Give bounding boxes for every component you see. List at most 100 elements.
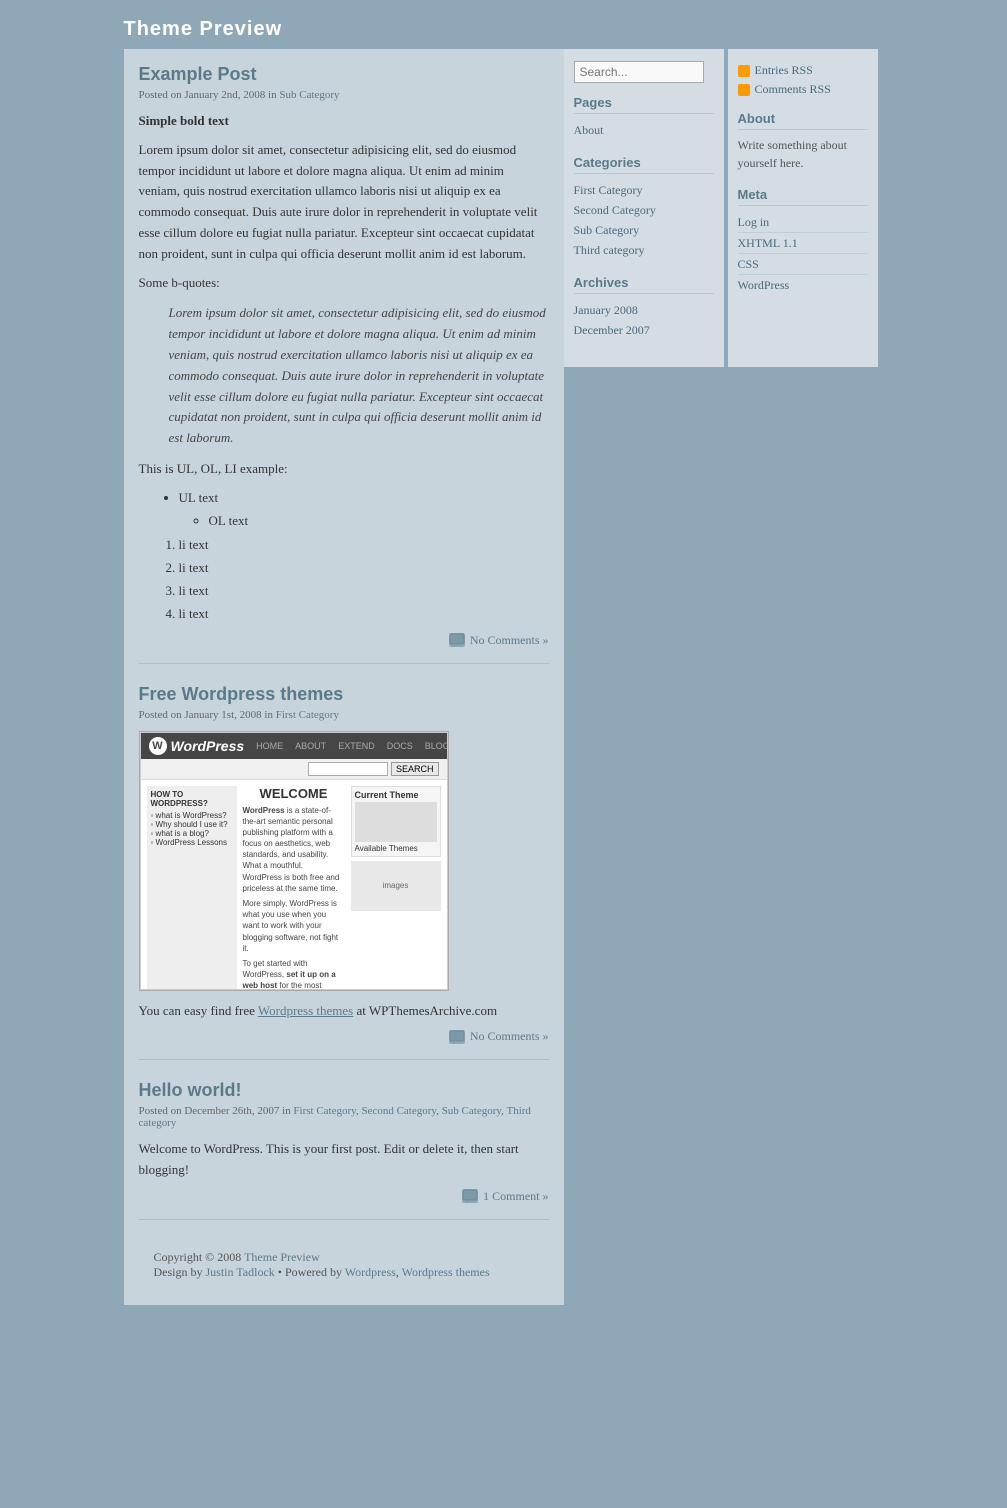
post-2-category-link[interactable]: First Category — [276, 709, 339, 721]
post-2-title: Free Wordpress themes — [139, 684, 549, 705]
list-item: CSS — [738, 254, 868, 275]
sidebar-right: Entries RSS Comments RSS About Write som… — [728, 49, 878, 367]
list-item: Sub Category — [574, 220, 714, 240]
list-item: January 2008 — [574, 300, 714, 320]
footer: Copyright © 2008 Theme Preview Design by… — [139, 1240, 549, 1290]
pages-heading: Pages — [574, 95, 714, 114]
post-1-lorem: Lorem ipsum dolor sit amet, consectetur … — [139, 140, 549, 265]
post-3-meta: Posted on December 26th, 2007 in First C… — [139, 1105, 549, 1129]
post-3-cat-1[interactable]: First Category — [293, 1105, 356, 1117]
search-box — [574, 61, 714, 83]
post-example: Example Post Posted on January 2nd, 2008… — [139, 64, 549, 664]
post-3-title: Hello world! — [139, 1080, 549, 1101]
post-3-cat-3[interactable]: Sub Category — [442, 1105, 501, 1117]
meta-xhtml[interactable]: XHTML 1.1 — [738, 236, 798, 250]
post-1-content: Simple bold text Lorem ipsum dolor sit a… — [139, 111, 549, 625]
meta-login[interactable]: Log in — [738, 215, 770, 229]
list-item: Third category — [574, 240, 714, 260]
post-1-bold-heading: Simple bold text — [139, 113, 229, 128]
pages-section: Pages About — [574, 95, 714, 140]
post-2-content: You can easy find free Wordpress themes … — [139, 1001, 549, 1022]
cat-second[interactable]: Second Category — [574, 203, 656, 217]
list-item: Second Category — [574, 200, 714, 220]
sidebar-area: Pages About Categories First Category — [564, 49, 884, 367]
post-1-ul: UL text OL text — [179, 488, 549, 532]
archives-section: Archives January 2008 December 2007 — [574, 275, 714, 340]
list-item: XHTML 1.1 — [738, 233, 868, 254]
pages-about-link[interactable]: About — [574, 123, 604, 137]
post-2-no-comments[interactable]: No Comments » — [470, 1029, 549, 1044]
comments-rss-link[interactable]: Comments RSS — [738, 80, 868, 99]
post-1-list-example: UL text OL text li text li text li text … — [149, 488, 549, 625]
list-item: UL text — [179, 488, 549, 509]
post-1-ol-list: li text li text li text li text — [179, 535, 549, 624]
post-1-category-link[interactable]: Sub Category — [279, 89, 339, 101]
comment-icon — [449, 633, 465, 647]
post-3-cat-2[interactable]: Second Category — [361, 1105, 436, 1117]
rss-icon — [738, 65, 750, 77]
list-item: About — [574, 120, 714, 140]
list-item: li text — [179, 604, 549, 625]
list-item: li text — [179, 581, 549, 602]
post-1-ol: OL text — [209, 511, 549, 532]
list-item: First Category — [574, 180, 714, 200]
archives-heading: Archives — [574, 275, 714, 294]
cat-sub[interactable]: Sub Category — [574, 223, 640, 237]
list-item: OL text — [209, 511, 549, 532]
post-1-meta: Posted on January 2nd, 2008 in Sub Categ… — [139, 89, 549, 101]
list-item: WordPress — [738, 275, 868, 295]
post-wp-themes: Free Wordpress themes Posted on January … — [139, 684, 549, 1061]
meta-wordpress[interactable]: WordPress — [738, 278, 790, 292]
categories-heading: Categories — [574, 155, 714, 174]
categories-list: First Category Second Category Sub Categ… — [574, 180, 714, 260]
post-3-comment-link: 1 Comment » — [139, 1189, 549, 1204]
categories-section: Categories First Category Second Categor… — [574, 155, 714, 260]
post-1-ul-heading: This is UL, OL, LI example: — [139, 459, 549, 480]
entries-rss-link[interactable]: Entries RSS — [738, 61, 868, 80]
wp-themes-link[interactable]: Wordpress themes — [258, 1003, 353, 1018]
list-item: December 2007 — [574, 320, 714, 340]
footer-copyright: Copyright © 2008 — [154, 1250, 242, 1264]
footer-site-link[interactable]: Theme Preview — [244, 1250, 320, 1264]
rss-links: Entries RSS Comments RSS — [738, 61, 868, 99]
footer-powered-by: Powered by — [285, 1265, 342, 1279]
post-1-title: Example Post — [139, 64, 549, 85]
meta-heading: Meta — [738, 187, 868, 206]
comment-icon — [449, 1030, 465, 1044]
main-column: Example Post Posted on January 2nd, 2008… — [124, 49, 564, 1305]
list-item: li text — [179, 535, 549, 556]
footer-designer-link[interactable]: Justin Tadlock — [206, 1265, 275, 1279]
post-2-text-2: at WPThemesArchive.com — [357, 1003, 498, 1018]
post-1-no-comments[interactable]: No Comments » — [470, 633, 549, 648]
wp-screenshot: W WordPress HOME ABOUT EXTEND DOCS BLOG … — [139, 731, 449, 991]
about-section: About Write something about yourself her… — [738, 111, 868, 172]
site-title: Theme Preview — [124, 10, 884, 49]
pages-list: About — [574, 120, 714, 140]
rss-icon — [738, 84, 750, 96]
post-2-text-1: You can easy find free — [139, 1003, 255, 1018]
archive-jan-2008[interactable]: January 2008 — [574, 303, 638, 317]
list-item: li text — [179, 558, 549, 579]
post-hello-world: Hello world! Posted on December 26th, 20… — [139, 1080, 549, 1220]
search-input[interactable] — [574, 61, 704, 83]
footer-wp-themes-link[interactable]: Wordpress themes — [402, 1265, 490, 1279]
about-text: Write something about yourself here. — [738, 136, 868, 172]
comment-icon — [462, 1189, 478, 1203]
cat-third[interactable]: Third category — [574, 243, 645, 257]
list-item: Log in — [738, 212, 868, 233]
post-3-comments[interactable]: 1 Comment » — [483, 1189, 548, 1204]
post-2-comment-link: No Comments » — [139, 1029, 549, 1044]
post-2-meta: Posted on January 1st, 2008 in First Cat… — [139, 709, 549, 721]
post-1-comment-link: No Comments » — [139, 633, 549, 648]
about-heading: About — [738, 111, 868, 130]
footer-wordpress-link[interactable]: Wordpress — [345, 1265, 396, 1279]
archive-dec-2007[interactable]: December 2007 — [574, 323, 650, 337]
post-3-body: Welcome to WordPress. This is your first… — [139, 1139, 549, 1181]
cat-first[interactable]: First Category — [574, 183, 643, 197]
post-1-bquotes: Some b-quotes: — [139, 273, 549, 294]
archives-list: January 2008 December 2007 — [574, 300, 714, 340]
sidebar-left: Pages About Categories First Category — [564, 49, 724, 367]
meta-css[interactable]: CSS — [738, 257, 759, 271]
meta-list: Log in XHTML 1.1 CSS WordPress — [738, 212, 868, 295]
footer-design-by: Design by — [154, 1265, 203, 1279]
